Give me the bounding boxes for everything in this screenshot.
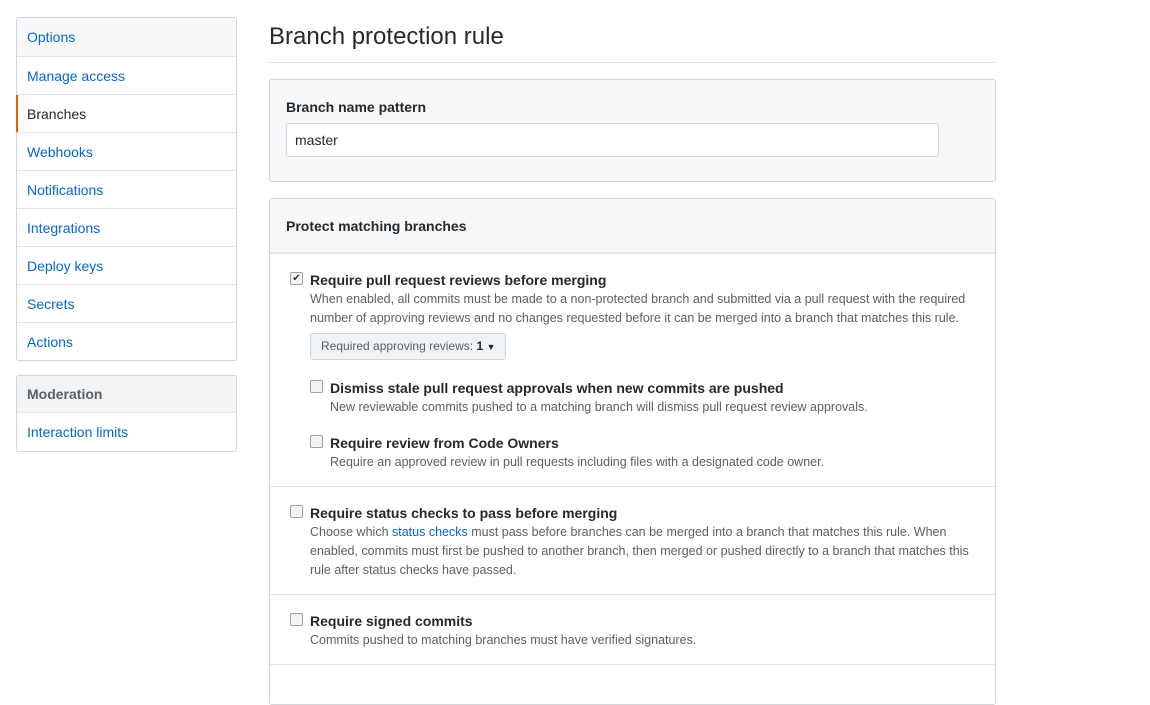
status-checks-link[interactable]: status checks — [392, 525, 468, 539]
sidebar-item-integrations[interactable]: Integrations — [17, 208, 236, 246]
branch-pattern-label: Branch name pattern — [286, 99, 427, 115]
pr-reviews-title: Require pull request reviews before merg… — [310, 272, 607, 288]
required-reviews-label: Required approving reviews: — [321, 339, 474, 353]
pr-reviews-row: ✔ Require pull request reviews before me… — [270, 253, 995, 486]
code-owners-desc: Require an approved review in pull reque… — [330, 455, 825, 469]
signed-commits-title: Require signed commits — [310, 613, 473, 629]
settings-sidebar: Options Manage access Branches Webhooks … — [16, 17, 237, 361]
protect-box: Protect matching branches ✔ Require pull… — [269, 198, 996, 705]
status-checks-row: Require status checks to pass before mer… — [270, 486, 995, 594]
dismiss-stale-title: Dismiss stale pull request approvals whe… — [330, 380, 784, 396]
page-title: Branch protection rule — [269, 22, 996, 63]
required-reviews-select[interactable]: Required approving reviews: 1 ▼ — [310, 333, 507, 360]
status-checks-title: Require status checks to pass before mer… — [310, 505, 618, 521]
sidebar-item-manage-access[interactable]: Manage access — [17, 56, 236, 94]
sidebar-item-notifications[interactable]: Notifications — [17, 170, 236, 208]
pr-reviews-checkbox[interactable]: ✔ — [290, 272, 303, 285]
sidebar-item-interaction-limits[interactable]: Interaction limits — [17, 413, 236, 451]
signed-commits-desc: Commits pushed to matching branches must… — [310, 633, 697, 647]
sidebar-item-actions[interactable]: Actions — [17, 322, 236, 360]
pr-reviews-desc: When enabled, all commits must be made t… — [310, 292, 966, 325]
moderation-heading: Moderation — [17, 376, 236, 413]
signed-commits-row: Require signed commits Commits pushed to… — [270, 594, 995, 664]
moderation-sidebar: Moderation Interaction limits — [16, 375, 237, 452]
status-checks-checkbox[interactable] — [290, 505, 303, 518]
branch-pattern-input[interactable] — [286, 123, 939, 157]
sidebar-item-branches[interactable]: Branches — [16, 94, 236, 132]
branch-pattern-box: Branch name pattern — [269, 79, 996, 182]
main-content: Branch protection rule Branch name patte… — [269, 0, 996, 705]
desc-text: Choose which — [310, 525, 392, 539]
sidebar-item-secrets[interactable]: Secrets — [17, 284, 236, 322]
signed-commits-checkbox[interactable] — [290, 613, 303, 626]
required-reviews-value: 1 — [476, 339, 484, 353]
status-checks-desc: Choose which status checks must pass bef… — [310, 523, 979, 580]
caret-down-icon: ▼ — [486, 342, 496, 352]
sidebar-item-webhooks[interactable]: Webhooks — [17, 132, 236, 170]
sidebar-item-options[interactable]: Options — [17, 18, 236, 56]
code-owners-title: Require review from Code Owners — [330, 435, 559, 451]
sidebar-item-deploy-keys[interactable]: Deploy keys — [17, 246, 236, 284]
next-row — [270, 664, 995, 704]
dismiss-stale-desc: New reviewable commits pushed to a match… — [330, 400, 868, 414]
dismiss-stale-checkbox[interactable] — [310, 380, 323, 393]
code-owners-checkbox[interactable] — [310, 435, 323, 448]
protect-heading: Protect matching branches — [270, 199, 995, 253]
